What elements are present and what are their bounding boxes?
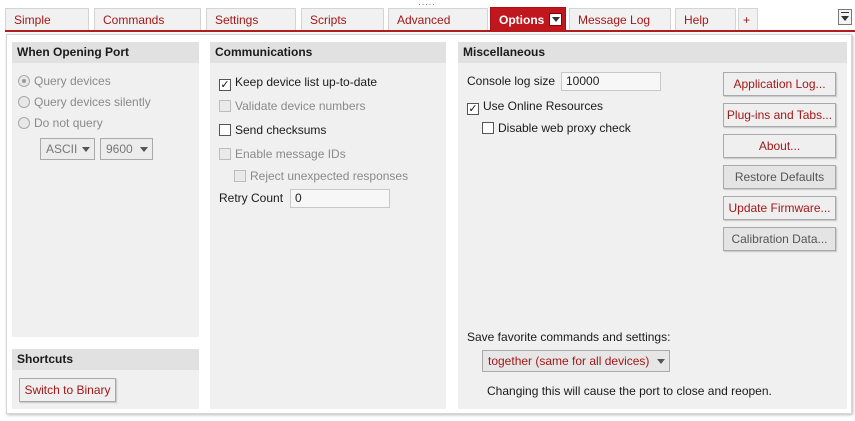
- communications-panel: Communications ✓ Keep device list up-to-d…: [210, 42, 446, 409]
- online-resources-label: Use Online Resources: [483, 99, 604, 113]
- save-favorites-label: Save favorite commands and settings:: [467, 330, 671, 344]
- keep-list-label: Keep device list up-to-date: [235, 75, 378, 89]
- checkbox-checked-icon: ✓: [219, 79, 231, 91]
- tab-message-log[interactable]: Message Log: [569, 8, 671, 30]
- restore-defaults-button[interactable]: Restore Defaults: [723, 165, 836, 189]
- disable-proxy-checkbox[interactable]: Disable web proxy check: [482, 119, 631, 137]
- opening-port-panel: When Opening Port Query devices Query de…: [12, 42, 199, 337]
- retry-label: Retry Count: [219, 191, 284, 205]
- tab-simple[interactable]: Simple: [5, 8, 89, 30]
- port-reopen-note: Changing this will cause the port to clo…: [487, 384, 772, 398]
- send-checksums-label: Send checksums: [235, 123, 327, 137]
- query-silently-label: Query devices silently: [34, 95, 151, 109]
- enable-ids-label: Enable message IDs: [235, 147, 346, 161]
- baud-select[interactable]: 9600: [100, 138, 153, 160]
- tab-options-label: Options: [499, 13, 545, 27]
- miscellaneous-title: Miscellaneous: [458, 42, 847, 63]
- radio-query-devices[interactable]: Query devices: [18, 72, 111, 90]
- tab-advanced[interactable]: Advanced: [388, 8, 488, 30]
- do-not-query-label: Do not query: [34, 116, 103, 130]
- reject-label: Reject unexpected responses: [250, 169, 409, 183]
- plugins-tabs-button[interactable]: Plug-ins and Tabs...: [723, 103, 836, 127]
- calibration-data-button[interactable]: Calibration Data...: [723, 227, 836, 251]
- tab-commands[interactable]: Commands: [94, 8, 201, 30]
- update-firmware-button[interactable]: Update Firmware...: [723, 196, 836, 220]
- tab-options[interactable]: Options: [490, 7, 566, 31]
- protocol-select[interactable]: ASCII: [40, 138, 95, 160]
- disable-proxy-label: Disable web proxy check: [498, 121, 631, 135]
- overflow-menu-icon[interactable]: [838, 9, 852, 25]
- checkbox-icon: [234, 170, 246, 182]
- console-log-field[interactable]: 10000: [561, 72, 661, 91]
- checkbox-checked-icon: ✓: [467, 103, 479, 115]
- tab-settings[interactable]: Settings: [206, 8, 296, 30]
- switch-to-binary-button[interactable]: Switch to Binary: [19, 378, 116, 402]
- radio-do-not-query[interactable]: Do not query: [18, 114, 103, 132]
- radio-selected-icon: [18, 75, 30, 87]
- save-favorites-value: together (same for all devices): [488, 354, 650, 368]
- shortcuts-title: Shortcuts: [12, 349, 199, 370]
- tab-help[interactable]: Help: [675, 8, 736, 30]
- chevron-down-icon: [140, 147, 148, 152]
- miscellaneous-panel: Miscellaneous Console log size 10000 ✓ Us…: [458, 42, 847, 409]
- reject-checkbox[interactable]: Reject unexpected responses: [234, 167, 408, 185]
- radio-query-silently[interactable]: Query devices silently: [18, 93, 151, 111]
- resize-grip[interactable]: .....: [414, 0, 440, 7]
- tab-add[interactable]: +: [738, 8, 758, 30]
- checkbox-icon: [219, 124, 231, 136]
- communications-title: Communications: [210, 42, 446, 63]
- enable-ids-checkbox[interactable]: Enable message IDs: [219, 145, 346, 163]
- radio-icon: [18, 117, 30, 129]
- chevron-down-icon[interactable]: [549, 13, 563, 26]
- checkbox-icon: [219, 100, 231, 112]
- protocol-value: ASCII: [46, 142, 78, 156]
- application-log-button[interactable]: Application Log...: [723, 72, 836, 96]
- send-checksums-checkbox[interactable]: Send checksums: [219, 121, 326, 139]
- about-button[interactable]: About...: [723, 134, 836, 158]
- keep-list-checkbox[interactable]: ✓ Keep device list up-to-date: [219, 73, 377, 91]
- validate-label: Validate device numbers: [235, 99, 366, 113]
- options-page: When Opening Port Query devices Query de…: [6, 34, 852, 414]
- checkbox-icon: [219, 148, 231, 160]
- baud-value: 9600: [106, 142, 133, 156]
- chevron-down-icon: [82, 147, 90, 152]
- checkbox-icon: [482, 122, 494, 134]
- chevron-down-icon: [657, 359, 665, 364]
- tab-scripts[interactable]: Scripts: [301, 8, 384, 30]
- retry-count-field[interactable]: 0: [290, 189, 390, 208]
- query-devices-label: Query devices: [34, 74, 111, 88]
- tab-bar: Simple Commands Settings Scripts Advance…: [5, 6, 855, 32]
- validate-checkbox[interactable]: Validate device numbers: [219, 97, 366, 115]
- radio-icon: [18, 96, 30, 108]
- online-resources-checkbox[interactable]: ✓ Use Online Resources: [467, 97, 603, 115]
- console-log-label: Console log size: [467, 74, 556, 88]
- opening-port-title: When Opening Port: [12, 42, 199, 63]
- save-favorites-select[interactable]: together (same for all devices): [482, 350, 670, 372]
- shortcuts-panel: Shortcuts Switch to Binary: [12, 349, 199, 409]
